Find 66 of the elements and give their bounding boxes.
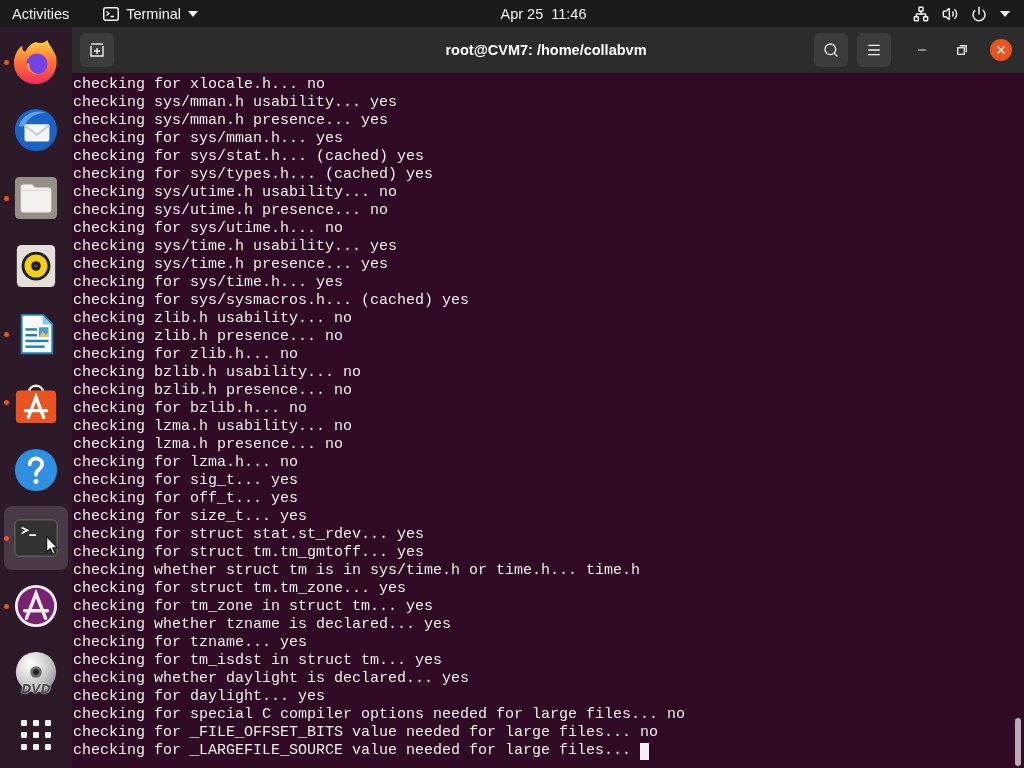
- terminal-icon: [103, 6, 120, 21]
- terminal-line: checking for sys/mman.h... yes: [73, 130, 344, 148]
- terminal-line: checking bzlib.h presence... no: [73, 382, 353, 400]
- terminal-line: checking for struct stat.st_rdev... yes: [73, 526, 425, 544]
- terminal-line: checking for sig_t... yes: [73, 472, 299, 490]
- a-emblem-icon: [13, 583, 59, 629]
- terminal-line: checking for lzma.h... no: [73, 454, 299, 472]
- menu-button[interactable]: [857, 33, 891, 67]
- menu-icon: [866, 42, 882, 58]
- terminal-line: checking for off_t... yes: [73, 490, 299, 508]
- terminal-line: checking for tm_zone in struct tm... yes: [73, 598, 434, 616]
- folder-icon: [13, 175, 59, 221]
- network-icon: [913, 5, 929, 22]
- caret-down-icon: [188, 10, 198, 17]
- new-tab-button[interactable]: [80, 33, 114, 67]
- terminal-line: checking for special C compiler options needed for large files... no: [73, 706, 686, 724]
- terminal-line: checking for _LARGEFILE_SOURCE value needed for large files...: [73, 742, 632, 760]
- terminal-line: checking sys/time.h presence... yes: [73, 256, 389, 274]
- apps-grid-icon: [21, 720, 51, 750]
- terminal-line: checking for zlib.h... no: [73, 346, 299, 364]
- dock-launcher[interactable]: [4, 506, 68, 570]
- mouse-pointer-icon: [46, 536, 58, 555]
- terminal-line: checking for sys/stat.h... (cached) yes: [73, 148, 425, 166]
- flame-globe-icon: [13, 39, 59, 85]
- close-button[interactable]: [990, 39, 1012, 61]
- terminal-line: checking for sys/types.h... (cached) yes: [73, 166, 434, 184]
- terminal-line: checking for size_t... yes: [73, 508, 308, 526]
- search-button[interactable]: [814, 33, 848, 67]
- terminal-line: checking sys/time.h usability... yes: [73, 238, 398, 256]
- window-title: root@CVM7: /home/collabvm: [445, 42, 647, 58]
- terminal-line: checking for struct tm.tm_gmtoff... yes: [73, 544, 425, 562]
- terminal-line: checking for _FILE_OFFSET_BITS value needed for large files... no: [73, 724, 659, 742]
- terminal-line: checking lzma.h usability... no: [73, 418, 353, 436]
- volume-icon: [942, 5, 958, 22]
- terminal-line: checking whether struct tm is in sys/time.h or time.h... time.h: [73, 562, 641, 580]
- terminal-line: checking sys/mman.h usability... yes: [73, 94, 398, 112]
- close-icon: [995, 44, 1007, 56]
- tab-plus-icon: [89, 42, 105, 58]
- terminal-line: checking lzma.h presence... no: [73, 436, 344, 454]
- terminal-line: checking for daylight... yes: [73, 688, 326, 706]
- caret-down-icon: [1000, 10, 1010, 17]
- terminal-line: checking for xlocale.h... no: [73, 76, 326, 94]
- app-menu[interactable]: Terminal: [103, 0, 198, 27]
- terminal-line: checking for tzname... yes: [73, 634, 308, 652]
- terminal-line: checking for bzlib.h... no: [73, 400, 308, 418]
- terminal-line: checking for sys/utime.h... no: [73, 220, 344, 238]
- terminal-line: checking zlib.h usability... no: [73, 310, 353, 328]
- power-icon: [971, 5, 987, 22]
- terminal-line: checking for sys/time.h... yes: [73, 274, 344, 292]
- activities-button[interactable]: Activities: [12, 0, 70, 27]
- restore-icon: [957, 45, 967, 55]
- terminal-line: checking for sys/sysmacros.h... (cached) yes: [73, 292, 470, 310]
- terminal-line: checking sys/utime.h usability... no: [73, 184, 398, 202]
- envelope-globe-icon: [13, 107, 59, 153]
- terminal-line: checking for tm_isdst in struct tm... yes: [73, 652, 443, 670]
- terminal-line: checking for struct tm.tm_zone... yes: [73, 580, 407, 598]
- search-icon: [823, 42, 839, 58]
- scrollbar-thumb[interactable]: [1015, 718, 1021, 766]
- terminal-line: checking sys/utime.h presence... no: [73, 202, 389, 220]
- terminal-line: checking sys/mman.h presence... yes: [73, 112, 389, 130]
- terminal-line: checking bzlib.h usability... no: [73, 364, 362, 382]
- terminal-line: checking whether daylight is declared... yes: [73, 670, 470, 688]
- clock-button[interactable]: Apr 25 11:46: [500, 0, 587, 27]
- terminal-line: checking whether tzname is declared... yes: [73, 616, 452, 634]
- help-icon: [13, 447, 59, 493]
- terminal-line: checking zlib.h presence... no: [73, 328, 344, 346]
